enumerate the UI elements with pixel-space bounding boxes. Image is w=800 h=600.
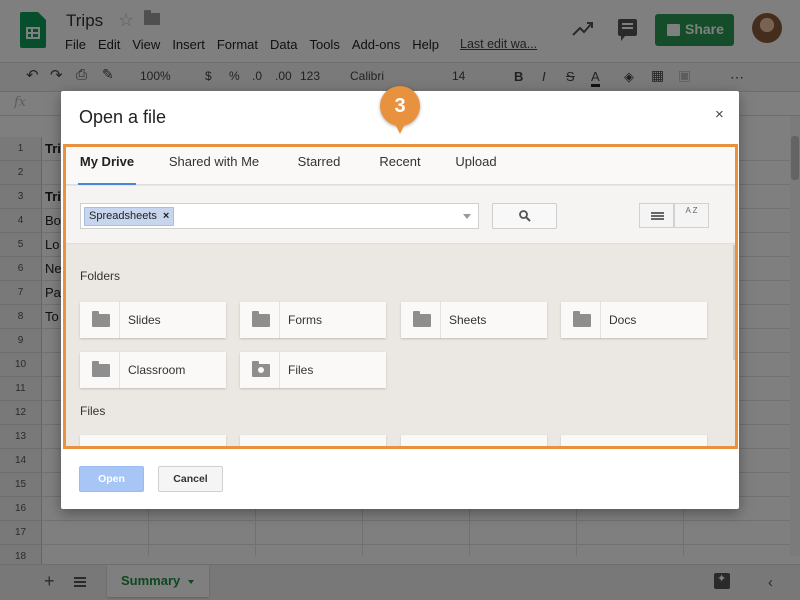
tab-recent[interactable]: Recent	[372, 147, 428, 185]
folder-icon	[573, 311, 591, 327]
dialog-title: Open a file	[79, 107, 167, 127]
search-row: Spreadsheets × A Z	[66, 186, 735, 244]
sort-button[interactable]: A Z	[674, 203, 709, 228]
folder-name: Classroom	[128, 363, 186, 377]
search-button[interactable]	[492, 203, 557, 229]
picker-content: Folders Slides Forms Sheets Docs Classro…	[66, 245, 735, 446]
file-card[interactable]	[401, 435, 547, 446]
file-picker: My Drive Shared with Me Starred Recent U…	[63, 144, 738, 449]
picker-tabs: My Drive Shared with Me Starred Recent U…	[66, 147, 735, 185]
shared-folder-icon	[252, 361, 270, 377]
folder-classroom[interactable]: Classroom	[80, 352, 226, 388]
open-button[interactable]: Open	[79, 466, 144, 492]
filter-chip-label: Spreadsheets	[89, 210, 157, 222]
folder-name: Docs	[609, 313, 637, 327]
open-file-dialog: Open a file × My Drive Shared with Me St…	[61, 91, 739, 509]
folder-icon	[252, 311, 270, 327]
folder-forms[interactable]: Forms	[240, 302, 386, 338]
list-view-button[interactable]	[639, 203, 674, 228]
step-marker: 3	[380, 86, 420, 134]
folder-name: Sheets	[449, 313, 487, 327]
filter-chip-spreadsheets[interactable]: Spreadsheets ×	[84, 207, 175, 226]
folder-icon	[413, 311, 431, 327]
chevron-down-icon[interactable]	[463, 214, 471, 219]
folder-name: Slides	[128, 313, 161, 327]
search-input[interactable]: Spreadsheets ×	[80, 203, 479, 229]
sort-az-icon: A Z	[685, 206, 698, 215]
folder-icon	[92, 361, 110, 377]
tab-upload[interactable]: Upload	[451, 147, 501, 185]
file-card[interactable]	[240, 435, 386, 446]
files-heading: Files	[80, 404, 106, 418]
cancel-button[interactable]: Cancel	[158, 466, 223, 492]
picker-scrollbar[interactable]	[733, 245, 735, 360]
folders-heading: Folders	[80, 269, 121, 283]
folder-icon	[92, 311, 110, 327]
folder-sheets[interactable]: Sheets	[401, 302, 547, 338]
search-icon	[519, 210, 531, 222]
folder-slides[interactable]: Slides	[80, 302, 226, 338]
tab-shared-with-me[interactable]: Shared with Me	[166, 147, 262, 185]
tab-my-drive[interactable]: My Drive	[78, 147, 136, 185]
folder-docs[interactable]: Docs	[561, 302, 707, 338]
file-card[interactable]	[561, 435, 707, 446]
tab-starred[interactable]: Starred	[291, 147, 347, 185]
file-card[interactable]	[80, 435, 226, 446]
close-icon[interactable]: ×	[715, 106, 724, 123]
remove-filter-icon[interactable]: ×	[163, 210, 169, 222]
folder-name: Files	[288, 363, 314, 377]
folder-name: Forms	[288, 313, 322, 327]
folder-files[interactable]: Files	[240, 352, 386, 388]
